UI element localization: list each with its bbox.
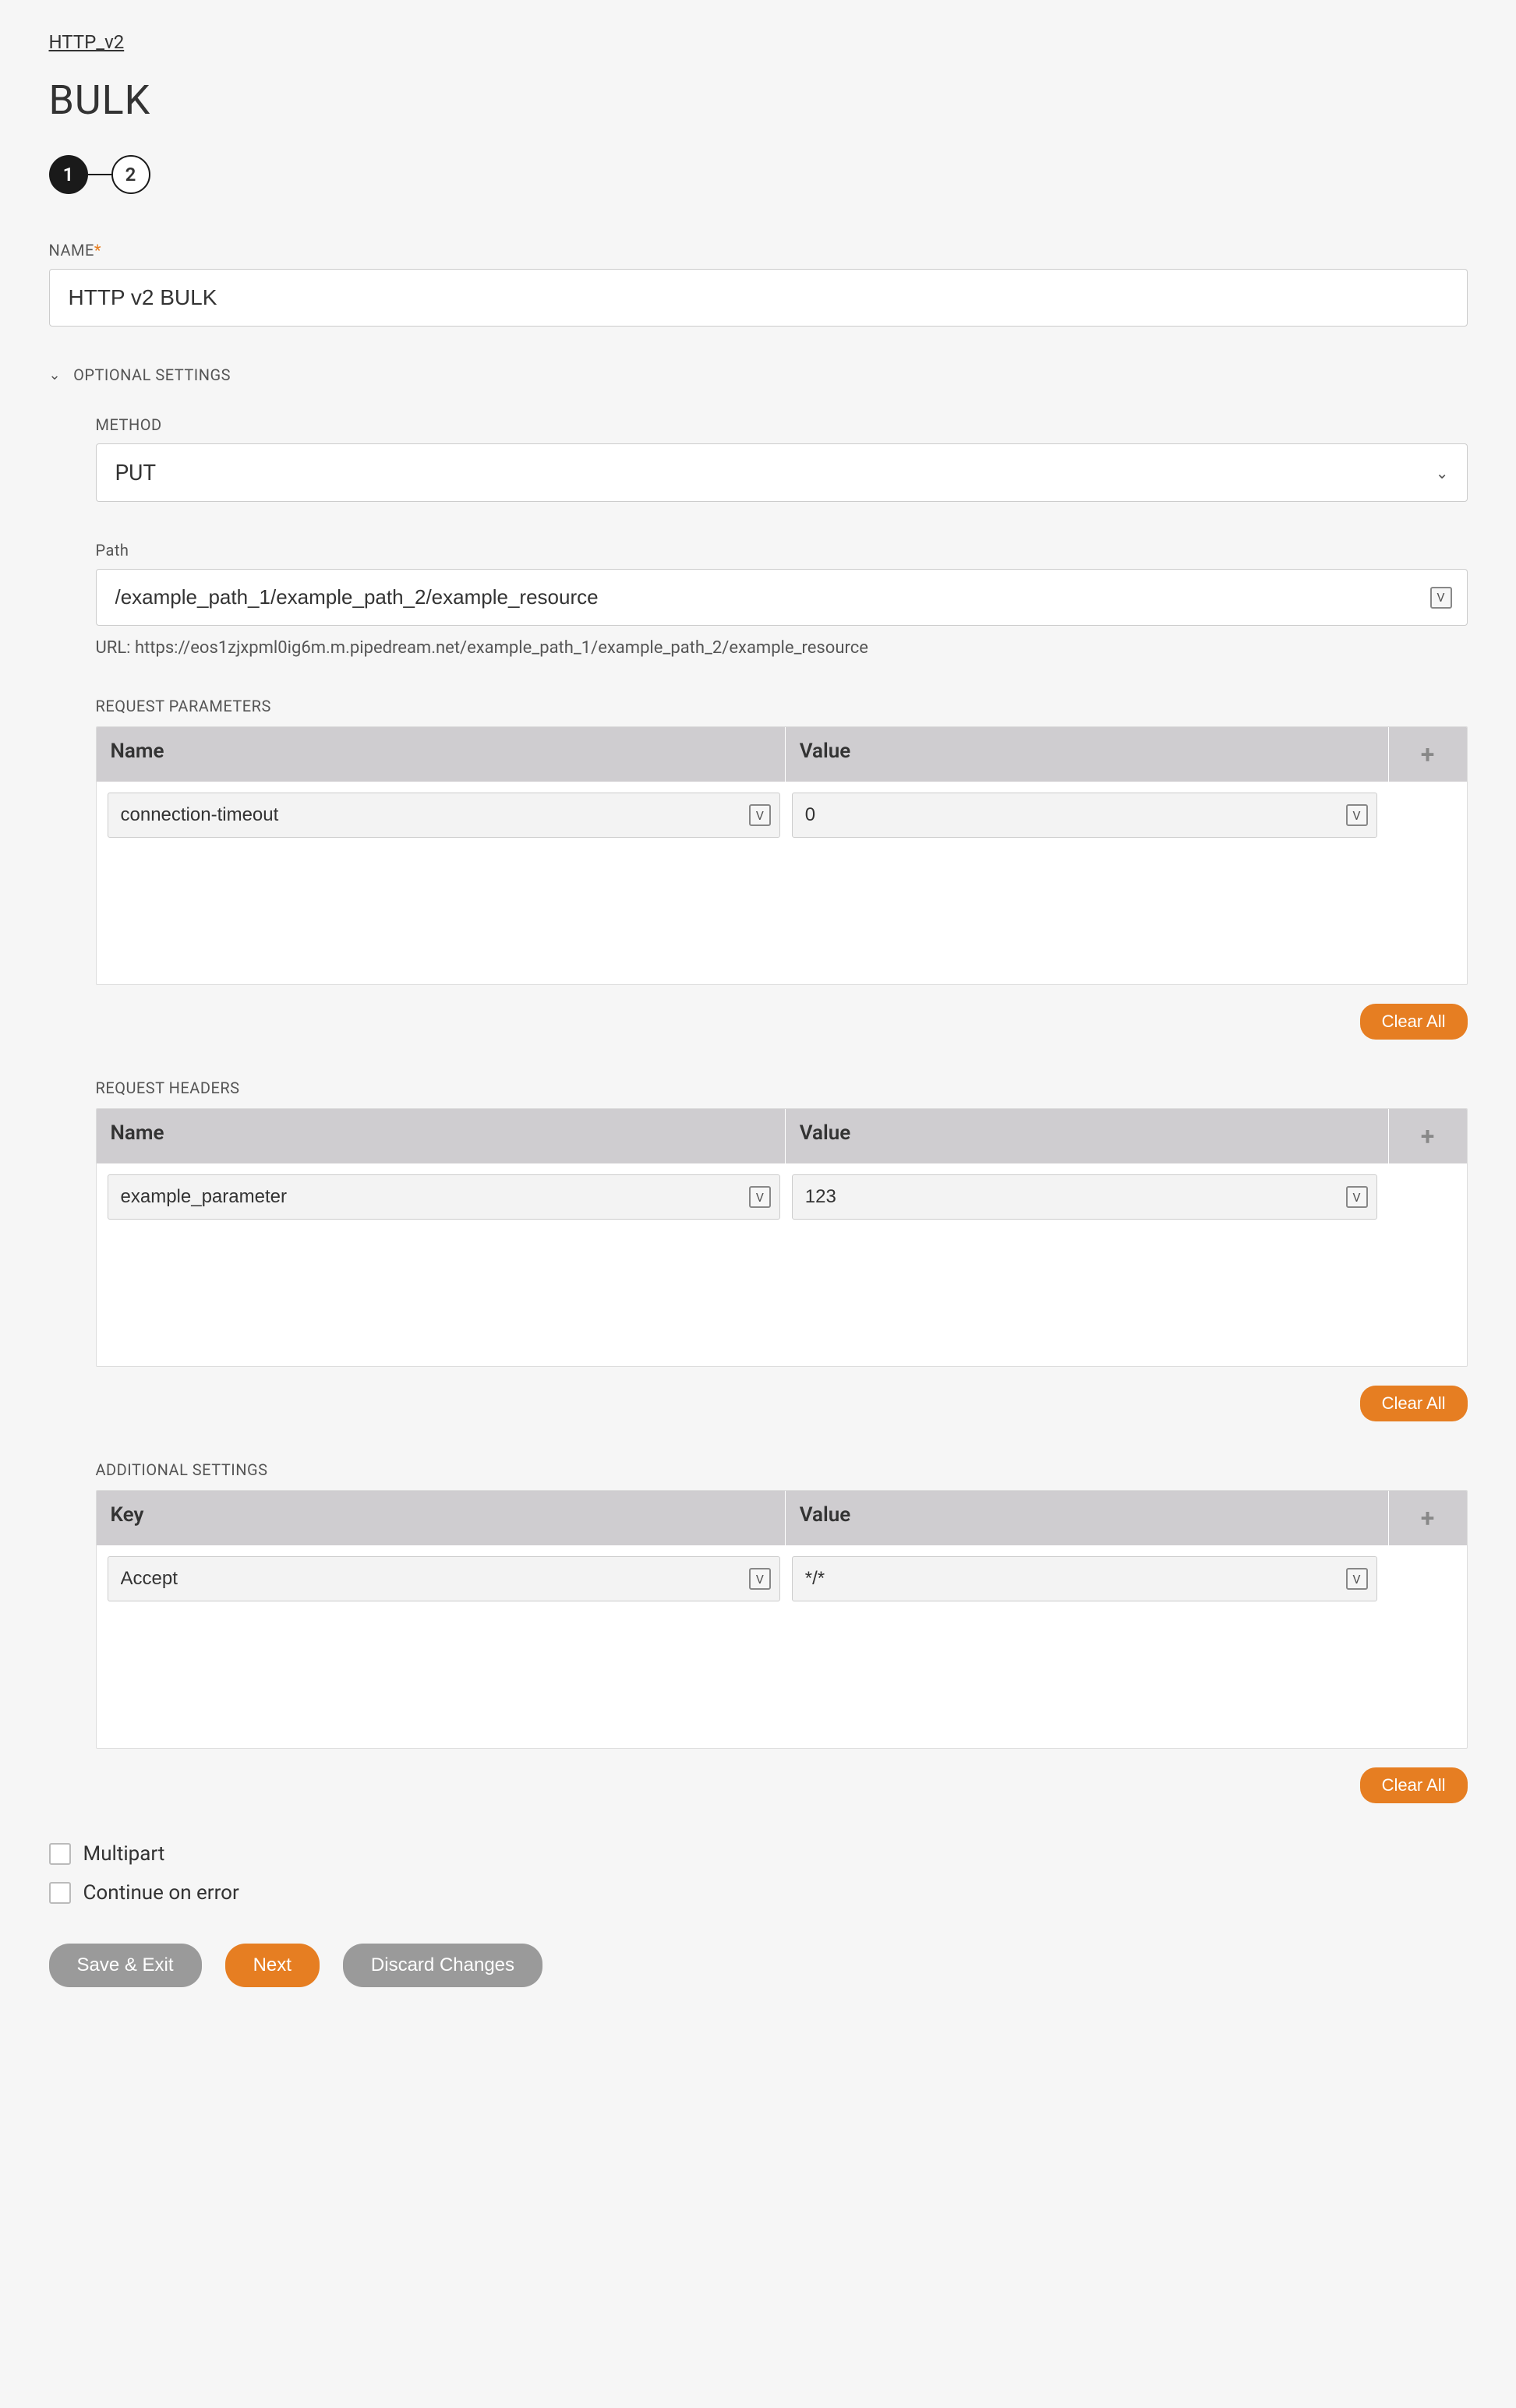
method-select[interactable]: PUT bbox=[96, 443, 1468, 502]
column-header-value: Value bbox=[786, 1491, 1389, 1545]
discard-changes-button[interactable]: Discard Changes bbox=[343, 1944, 542, 1987]
chevron-down-icon: ⌄ bbox=[49, 367, 62, 383]
clear-all-settings-button[interactable]: Clear All bbox=[1360, 1767, 1468, 1803]
column-header-key: Key bbox=[97, 1491, 786, 1545]
column-header-name: Name bbox=[97, 727, 786, 782]
request-parameters-table: Name Value + V V bbox=[96, 726, 1468, 985]
column-header-value: Value bbox=[786, 1109, 1389, 1163]
request-headers-label: REQUEST HEADERS bbox=[96, 1079, 1468, 1097]
page-title: BULK bbox=[49, 76, 1468, 124]
variable-icon[interactable]: V bbox=[1346, 1568, 1368, 1590]
step-2[interactable]: 2 bbox=[111, 155, 150, 194]
header-name-input[interactable] bbox=[108, 1174, 780, 1220]
clear-all-headers-button[interactable]: Clear All bbox=[1360, 1386, 1468, 1421]
path-label: Path bbox=[96, 541, 1468, 560]
path-input[interactable] bbox=[96, 569, 1468, 626]
param-value-input[interactable] bbox=[792, 793, 1377, 838]
continue-on-error-label: Continue on error bbox=[83, 1881, 239, 1905]
stepper: 1 2 bbox=[49, 155, 1468, 194]
additional-settings-label: ADDITIONAL SETTINGS bbox=[96, 1460, 1468, 1479]
add-setting-button[interactable]: + bbox=[1389, 1491, 1467, 1545]
variable-icon[interactable]: V bbox=[749, 1568, 771, 1590]
setting-value-input[interactable] bbox=[792, 1556, 1377, 1601]
variable-icon[interactable]: V bbox=[749, 1186, 771, 1208]
optional-settings-label: OPTIONAL SETTINGS bbox=[73, 365, 231, 384]
continue-on-error-checkbox[interactable] bbox=[49, 1882, 71, 1904]
clear-all-parameters-button[interactable]: Clear All bbox=[1360, 1004, 1468, 1040]
optional-settings-toggle[interactable]: ⌄ OPTIONAL SETTINGS bbox=[49, 365, 1468, 384]
header-value-input[interactable] bbox=[792, 1174, 1377, 1220]
url-hint: URL: https://eos1zjxpml0ig6m.m.pipedream… bbox=[96, 638, 1468, 658]
table-row: V V bbox=[108, 1174, 1456, 1220]
step-1[interactable]: 1 bbox=[49, 155, 88, 194]
method-label: METHOD bbox=[96, 415, 1468, 434]
param-name-input[interactable] bbox=[108, 793, 780, 838]
add-parameter-button[interactable]: + bbox=[1389, 727, 1467, 782]
name-label: NAME* bbox=[49, 241, 1468, 260]
next-button[interactable]: Next bbox=[225, 1944, 320, 1987]
step-connector bbox=[88, 174, 111, 175]
request-headers-table: Name Value + V V bbox=[96, 1108, 1468, 1367]
variable-icon[interactable]: V bbox=[1430, 587, 1452, 609]
additional-settings-table: Key Value + V V bbox=[96, 1490, 1468, 1749]
variable-icon[interactable]: V bbox=[1346, 1186, 1368, 1208]
request-parameters-label: REQUEST PARAMETERS bbox=[96, 697, 1468, 715]
multipart-checkbox[interactable] bbox=[49, 1843, 71, 1865]
column-header-value: Value bbox=[786, 727, 1389, 782]
add-header-button[interactable]: + bbox=[1389, 1109, 1467, 1163]
setting-key-input[interactable] bbox=[108, 1556, 780, 1601]
save-exit-button[interactable]: Save & Exit bbox=[49, 1944, 202, 1987]
table-row: V V bbox=[108, 1556, 1456, 1601]
column-header-name: Name bbox=[97, 1109, 786, 1163]
multipart-label: Multipart bbox=[83, 1842, 165, 1866]
breadcrumb-link[interactable]: HTTP_v2 bbox=[49, 31, 125, 53]
table-row: V V bbox=[108, 793, 1456, 838]
variable-icon[interactable]: V bbox=[1346, 804, 1368, 826]
variable-icon[interactable]: V bbox=[749, 804, 771, 826]
name-input[interactable] bbox=[49, 269, 1468, 327]
